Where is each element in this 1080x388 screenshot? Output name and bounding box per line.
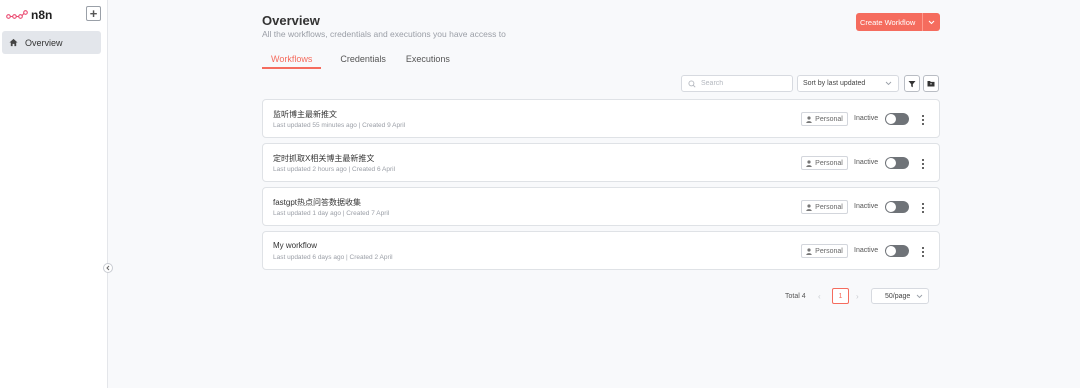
status-label: Inactive — [854, 115, 879, 122]
plus-icon: + — [89, 6, 98, 21]
workflow-name: 监听博主最新推文 — [273, 110, 337, 119]
workflow-card[interactable]: My workflow Last updated 6 days ago | Cr… — [262, 231, 940, 270]
chevron-right-icon: › — [856, 292, 859, 301]
page-subtitle: All the workflows, credentials and execu… — [262, 29, 506, 39]
tab-credentials[interactable]: Credentials — [339, 54, 387, 69]
owner-badge: Personal — [801, 156, 848, 170]
workflow-created: Created 7 April — [346, 210, 390, 217]
owner-label: Personal — [815, 159, 843, 167]
n8n-logo-icon — [6, 9, 28, 19]
collapse-sidebar-button[interactable] — [103, 263, 113, 273]
more-options-button[interactable] — [919, 156, 927, 171]
workflow-name: My workflow — [273, 241, 318, 250]
page-size-select[interactable]: 50/page — [871, 288, 929, 304]
owner-badge: Personal — [801, 200, 848, 214]
dot — [922, 118, 924, 121]
workflow-meta: Last updated 55 minutes ago | Created 9 … — [273, 122, 406, 129]
workflow-card[interactable]: 监听博主最新推文 Last updated 55 minutes ago | C… — [262, 99, 940, 138]
create-options-dropdown[interactable] — [923, 20, 940, 25]
workflow-updated: Last updated 55 minutes ago — [273, 122, 357, 129]
workflow-name: 定时抓取X相关博主最新推文 — [273, 154, 375, 163]
user-icon — [806, 203, 812, 211]
chevron-left-icon: ‹ — [818, 292, 821, 301]
create-workflow-label: Create Workflow — [860, 17, 916, 27]
app-name: n8n — [31, 8, 53, 22]
active-toggle[interactable] — [885, 201, 909, 213]
sidebar-item-overview[interactable]: Overview — [2, 31, 101, 54]
workflow-created: Created 6 April — [352, 166, 396, 173]
sidebar-item-label: Overview — [25, 37, 63, 48]
dot — [922, 158, 924, 161]
search-box[interactable] — [681, 75, 793, 92]
owner-badge: Personal — [801, 244, 848, 258]
folder-icon — [927, 81, 935, 87]
owner-badge: Personal — [801, 112, 848, 126]
sidebar: n8n + Overview — [0, 0, 113, 388]
page-size-value: 50/page — [885, 292, 911, 300]
workflow-created: Created 9 April — [362, 122, 406, 129]
workflow-meta: Last updated 1 day ago | Created 7 April — [273, 210, 390, 217]
home-icon — [9, 38, 18, 47]
prev-page-button[interactable]: ‹ — [818, 292, 821, 301]
owner-label: Personal — [815, 247, 843, 255]
next-page-button[interactable]: › — [856, 292, 859, 301]
workflow-updated: Last updated 2 hours ago — [273, 166, 347, 173]
dot — [922, 246, 924, 249]
page-title: Overview — [262, 13, 320, 28]
more-options-button[interactable] — [919, 112, 927, 127]
chevron-left-icon — [106, 265, 110, 271]
page-number-button[interactable]: 1 — [832, 288, 849, 304]
more-options-button[interactable] — [919, 244, 927, 259]
dot — [922, 162, 924, 165]
workflow-updated: Last updated 1 day ago — [273, 210, 341, 217]
app-logo[interactable]: n8n — [6, 8, 52, 22]
sort-value: Sort by last updated — [803, 80, 866, 87]
status-label: Inactive — [854, 247, 879, 254]
dot — [922, 114, 924, 117]
chevron-down-icon — [885, 81, 892, 86]
workflow-created: Created 2 April — [349, 254, 393, 261]
dot — [922, 166, 924, 169]
workflow-meta: Last updated 6 days ago | Created 2 Apri… — [273, 254, 393, 261]
tabs: Workflows Credentials Executions — [262, 54, 469, 69]
active-toggle[interactable] — [885, 245, 909, 257]
total-count: Total 4 — [785, 293, 806, 300]
dot — [922, 122, 924, 125]
chevron-down-icon — [916, 294, 923, 298]
dot — [922, 206, 924, 209]
folder-button[interactable] — [923, 75, 939, 92]
status-label: Inactive — [854, 159, 879, 166]
workflow-card[interactable]: fastgpt热点问答数据收集 Last updated 1 day ago |… — [262, 187, 940, 226]
dot — [922, 250, 924, 253]
owner-label: Personal — [815, 115, 843, 123]
tab-workflows[interactable]: Workflows — [262, 54, 322, 69]
workflow-name: fastgpt热点问答数据收集 — [273, 198, 362, 207]
search-icon — [688, 79, 696, 88]
more-options-button[interactable] — [919, 200, 927, 215]
dot — [922, 202, 924, 205]
active-toggle[interactable] — [885, 113, 909, 125]
user-icon — [806, 247, 812, 255]
filter-icon — [908, 80, 916, 87]
workflow-meta: Last updated 2 hours ago | Created 6 Apr… — [273, 166, 396, 173]
search-input[interactable] — [701, 80, 785, 87]
sort-select[interactable]: Sort by last updated — [797, 75, 899, 92]
filter-button[interactable] — [904, 75, 920, 92]
user-icon — [806, 115, 812, 123]
status-label: Inactive — [854, 203, 879, 210]
user-icon — [806, 159, 812, 167]
dot — [922, 210, 924, 213]
tab-executions[interactable]: Executions — [405, 54, 451, 69]
create-workflow-button[interactable]: Create Workflow — [856, 13, 940, 31]
workflow-card[interactable]: 定时抓取X相关博主最新推文 Last updated 2 hours ago |… — [262, 143, 940, 182]
chevron-down-icon — [928, 20, 935, 24]
active-toggle[interactable] — [885, 157, 909, 169]
add-button[interactable]: + — [86, 6, 101, 21]
dot — [922, 254, 924, 257]
workflow-updated: Last updated 6 days ago — [273, 254, 345, 261]
owner-label: Personal — [815, 203, 843, 211]
